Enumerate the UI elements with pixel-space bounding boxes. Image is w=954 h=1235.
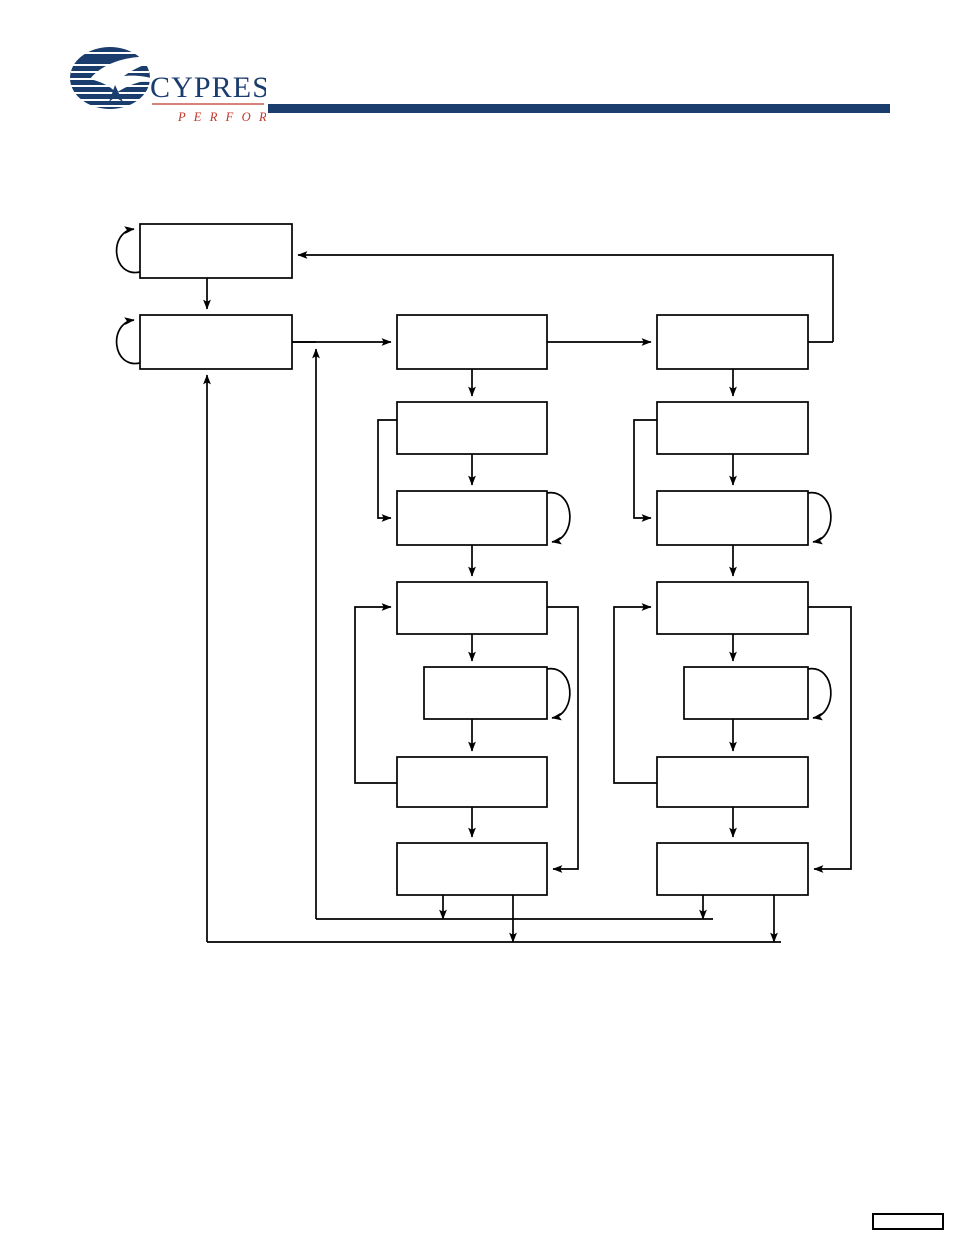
node-n1[interactable] <box>139 223 293 279</box>
node-r2[interactable] <box>656 401 809 455</box>
flowchart-svg <box>115 223 852 943</box>
edge-r6-back-r4 <box>613 603 657 784</box>
edge-l2-back-l3 <box>377 419 397 522</box>
node-r6[interactable] <box>656 756 809 808</box>
cypress-wordmark: CYPRESS <box>150 71 266 104</box>
node-l1[interactable] <box>396 314 548 370</box>
self-loop-n1 <box>115 226 141 274</box>
cypress-logo: CYPRESS P E R F O R M <box>66 45 266 130</box>
footer-box <box>872 1213 944 1230</box>
edge-l4-to-l7 <box>547 606 579 873</box>
self-loop-r5 <box>807 668 832 721</box>
node-l2[interactable] <box>396 401 548 455</box>
edge-r4-to-r7 <box>808 606 852 873</box>
edge-r2-back-r3 <box>633 419 657 522</box>
node-l7[interactable] <box>396 842 548 896</box>
self-loop-l3 <box>546 492 571 545</box>
edge-l6-back-l4 <box>354 603 397 784</box>
flowchart-diagram <box>0 140 954 1020</box>
node-r7[interactable] <box>656 842 809 896</box>
self-loop-n2 <box>115 317 141 365</box>
flowchart-nodes <box>139 223 809 896</box>
node-l5[interactable] <box>423 666 548 720</box>
node-l4[interactable] <box>396 581 548 635</box>
page-root: CYPRESS P E R F O R M <box>0 0 954 1235</box>
node-l3[interactable] <box>396 490 548 546</box>
self-loop-r3 <box>807 492 832 545</box>
self-loop-l5 <box>546 668 571 721</box>
node-r3[interactable] <box>656 490 809 546</box>
node-r4[interactable] <box>656 581 809 635</box>
node-l6[interactable] <box>396 756 548 808</box>
header-rule <box>268 104 890 113</box>
node-r5[interactable] <box>683 666 809 720</box>
page-footer <box>0 1020 954 1235</box>
page-header: CYPRESS P E R F O R M <box>0 0 954 140</box>
cypress-logo-svg: CYPRESS P E R F O R M <box>70 47 266 124</box>
cypress-tagline: P E R F O R M <box>177 110 266 124</box>
node-r1[interactable] <box>656 314 809 370</box>
node-n2[interactable] <box>139 314 293 370</box>
